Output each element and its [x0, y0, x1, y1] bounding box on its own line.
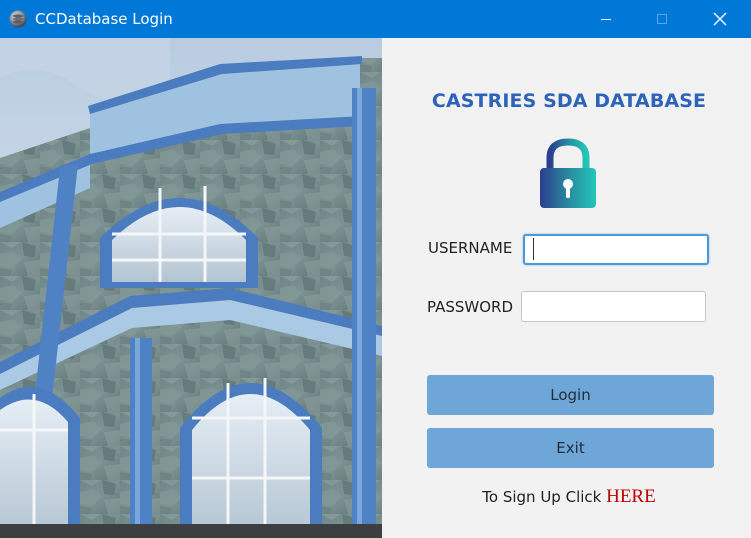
app-title: CASTRIES SDA DATABASE — [431, 90, 707, 112]
maximize-icon — [657, 14, 667, 24]
signup-prompt: To Sign Up Click HERE — [382, 486, 751, 508]
close-icon — [713, 12, 727, 26]
minimize-button[interactable] — [583, 0, 629, 38]
password-input[interactable] — [521, 291, 706, 322]
close-button[interactable] — [697, 0, 743, 38]
password-label: PASSWORD — [427, 298, 514, 316]
login-form: CASTRIES SDA DATABASE USERNAME PASSWORD … — [382, 38, 751, 538]
login-button[interactable]: Login — [427, 375, 714, 415]
church-building-image — [0, 38, 382, 538]
username-input[interactable] — [523, 234, 709, 265]
signup-text: To Sign Up Click — [482, 488, 607, 506]
window-title: CCDatabase Login — [35, 10, 173, 28]
signup-link[interactable]: HERE — [606, 486, 656, 507]
padlock-icon — [540, 138, 596, 208]
maximize-button[interactable] — [639, 0, 685, 38]
database-globe-icon — [9, 10, 27, 28]
minimize-icon — [601, 19, 611, 20]
text-caret — [533, 238, 534, 260]
username-label: USERNAME — [428, 239, 513, 257]
exit-button[interactable]: Exit — [427, 428, 714, 468]
title-bar[interactable]: CCDatabase Login — [0, 0, 751, 38]
